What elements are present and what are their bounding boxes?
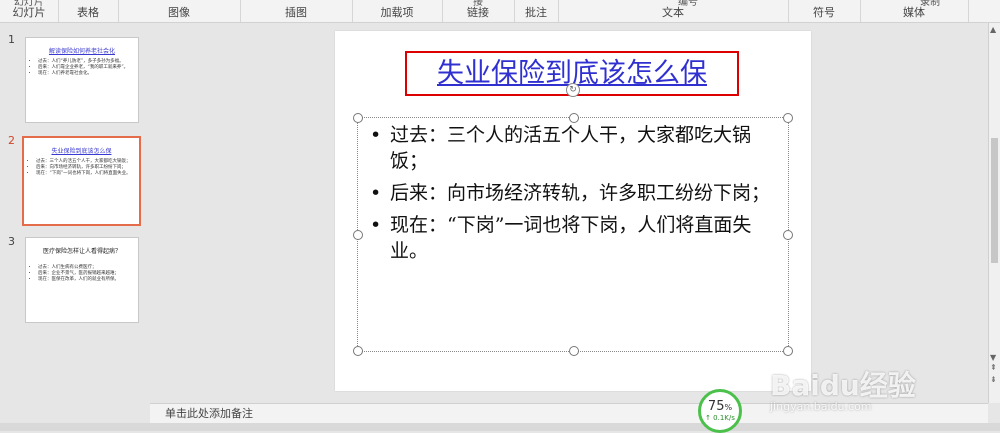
thumbnail-bullet: 现在：医保在改革，人们的就业有所保。	[38, 277, 138, 283]
vertical-scrollbar[interactable]: ▲ ▼ ⇞ ⇟	[988, 23, 1000, 403]
ribbon-group-comments[interactable]: 批注	[514, 0, 559, 22]
ribbon-group-label: 图像	[168, 6, 190, 19]
ribbon-group-label: 插图	[285, 6, 307, 19]
slide-thumbnail-2[interactable]: 失业保险到底该怎么保 过去：三个人的活五个人干，大家都吃大锅饭； 后来：向市场经…	[22, 136, 141, 226]
previous-slide-icon[interactable]: ⇞	[990, 363, 997, 372]
slide-thumbnail-1[interactable]: 解读保险如何养老社会化 过去：人们“养儿防老”，多子多孙为多福。 后来：人们靠企…	[25, 37, 139, 123]
resize-handle-top[interactable]	[569, 113, 579, 123]
thumbnail-bullets: 过去：三个人的活五个人干，大家都吃大锅饭； 后来：向市场经济转轨，许多职工纷纷下…	[24, 159, 139, 177]
thumbnail-bullets: 过去：人们“养儿防老”，多子多孙为多福。 后来：人们靠企业养老，“我的职工就来养…	[26, 59, 138, 77]
bullet-item[interactable]: 现在：“下岗”一词也将下岗，人们将直面失业。	[368, 212, 778, 264]
bullet-item[interactable]: 过去：三个人的活五个人干，大家都吃大锅饭；	[368, 122, 778, 174]
ribbon-group-label: 文本	[662, 6, 684, 19]
resize-handle-bottom[interactable]	[569, 346, 579, 356]
scroll-up-icon[interactable]: ▲	[990, 25, 996, 34]
slide-thumbnail-3[interactable]: 医疗保险怎样让人看得起病？ 过去：人们生病有公费医疗； 后来：企业不景气，医药报…	[25, 237, 139, 323]
slide-editor-area: 失业保险到底该怎么保 ↻ 过去：三个人的活五个人干，大家都吃大锅饭； 后来：向市…	[150, 23, 976, 403]
scrollbar-thumb[interactable]	[991, 138, 998, 263]
resize-handle-right[interactable]	[783, 230, 793, 240]
ribbon-group-media[interactable]: 录制 媒体	[860, 0, 969, 22]
network-monitor-widget[interactable]: 75% ↑ 0.1K/s	[698, 389, 742, 433]
netmon-percent-unit: %	[724, 403, 733, 412]
thumbnail-title: 失业保险到底该怎么保	[51, 148, 112, 155]
ribbon-group-slides[interactable]: 幻灯片 幻灯片	[0, 0, 59, 22]
ribbon-group-addins[interactable]: 加载项	[352, 0, 443, 22]
rotate-handle-icon[interactable]: ↻	[566, 83, 580, 97]
ribbon-group-label: 表格	[77, 6, 99, 19]
thumbnail-title: 解读保险如何养老社会化	[48, 48, 115, 55]
thumbnail-bullets: 过去：人们生病有公费医疗； 后来：企业不景气，医药报销越来越难； 现在：医保在改…	[26, 265, 138, 283]
resize-handle-left[interactable]	[353, 230, 363, 240]
bullet-item[interactable]: 后来：向市场经济转轨，许多职工纷纷下岗；	[368, 180, 778, 206]
baidu-watermark: Baidu经验 jingyan.baidu.com	[770, 364, 916, 413]
notes-placeholder[interactable]: 单击此处添加备注	[165, 407, 253, 420]
resize-handle-bottom-left[interactable]	[353, 346, 363, 356]
slide-canvas[interactable]: 失业保险到底该怎么保 ↻ 过去：三个人的活五个人干，大家都吃大锅饭； 后来：向市…	[335, 31, 811, 391]
ribbon-group-text[interactable]: 编号 文本	[558, 0, 789, 22]
slide-number: 3	[8, 235, 15, 248]
resize-handle-top-left[interactable]	[353, 113, 363, 123]
resize-handle-top-right[interactable]	[783, 113, 793, 123]
scroll-down-icon[interactable]: ▼	[990, 353, 996, 362]
slide-number: 2	[8, 134, 15, 147]
resize-handle-bottom-right[interactable]	[783, 346, 793, 356]
netmon-percent: 75%	[701, 399, 739, 414]
ribbon-group-tables[interactable]: 表格	[58, 0, 119, 22]
ribbon-group-label: 链接	[467, 6, 489, 19]
thumbnail-bullet: 现在：人们养老靠社会化。	[38, 71, 138, 77]
next-slide-icon[interactable]: ⇟	[990, 375, 997, 384]
ribbon-group-label: 批注	[525, 6, 547, 19]
thumbnail-bullet: 现在：“下岗”一词也将下岗，人们将直面失业。	[36, 171, 139, 177]
ribbon-group-links[interactable]: 接 链接	[442, 0, 515, 22]
slide-thumbnail-pane: 1 解读保险如何养老社会化 过去：人们“养儿防老”，多子多孙为多福。 后来：人们…	[0, 23, 150, 403]
netmon-speed: ↑ 0.1K/s	[705, 414, 735, 422]
ribbon-group-symbols[interactable]: 符号	[788, 0, 861, 22]
bullet-list: 过去：三个人的活五个人干，大家都吃大锅饭； 后来：向市场经济转轨，许多职工纷纷下…	[368, 122, 778, 270]
thumbnail-title: 医疗保险怎样让人看得起病？	[42, 248, 121, 255]
content-placeholder[interactable]: 过去：三个人的活五个人干，大家都吃大锅饭； 后来：向市场经济转轨，许多职工纷纷下…	[353, 113, 793, 356]
ribbon-group-label: 媒体	[903, 6, 925, 19]
ribbon-group-label: 符号	[813, 6, 835, 19]
ribbon-group-label: 加载项	[380, 6, 414, 19]
ribbon-group-images[interactable]: 图像	[118, 0, 241, 22]
slide-number: 1	[8, 33, 15, 46]
ribbon-group-illustrations[interactable]: 插图	[240, 0, 353, 22]
ribbon: 幻灯片 幻灯片 表格 图像 插图 加载项 接 链接 批注 编号 文本 符号 录制…	[0, 0, 1000, 23]
watermark-brand: Baidu经验	[770, 369, 916, 402]
netmon-percent-value: 75	[707, 399, 725, 414]
status-bar	[0, 423, 1000, 431]
ribbon-group-label: 幻灯片	[12, 6, 46, 19]
